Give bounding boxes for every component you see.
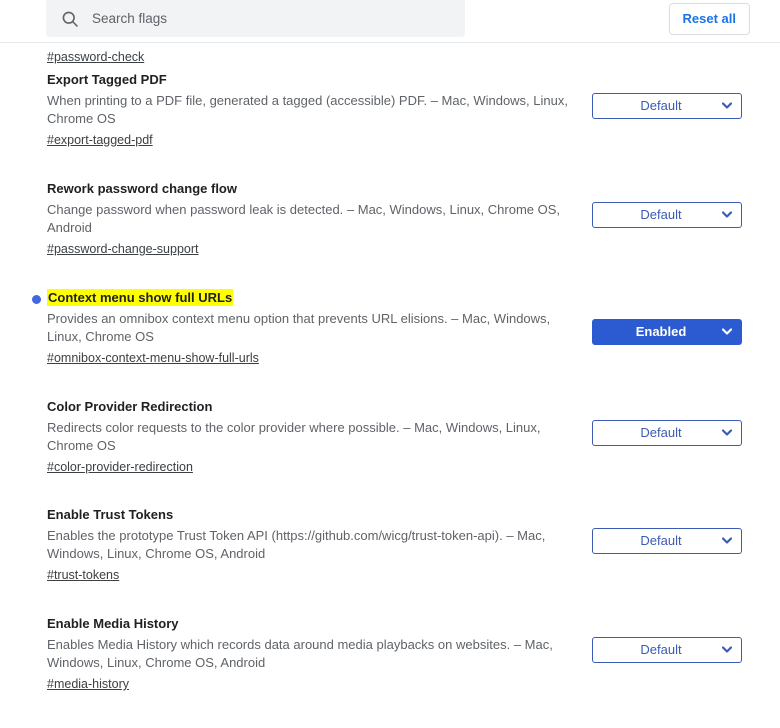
search-flags-box[interactable] xyxy=(46,0,465,37)
flag-state-select[interactable]: Default xyxy=(592,93,742,119)
flag-description: Enables Media History which records data… xyxy=(47,637,553,670)
flag-entry-partial: #password-check xyxy=(0,43,780,71)
flag-select-wrapper: Default xyxy=(592,637,742,663)
search-input[interactable] xyxy=(92,10,432,28)
search-icon xyxy=(62,11,78,27)
flag-title: Enable Media History xyxy=(47,616,179,631)
flag-select-wrapper: Default xyxy=(592,420,742,446)
flag-permalink[interactable]: #export-tagged-pdf xyxy=(47,132,153,149)
flag-title: Enable Trust Tokens xyxy=(47,507,174,522)
flag-title: Rework password change flow xyxy=(47,181,237,196)
flag-state-select[interactable]: Default xyxy=(592,528,742,554)
flag-modified-marker-icon xyxy=(32,295,41,304)
flag-description: Change password when password leak is de… xyxy=(47,202,561,235)
flag-title: Context menu show full URLs xyxy=(47,289,234,306)
flag-permalink[interactable]: #password-change-support xyxy=(47,241,198,258)
flag-select-wrapper: Default xyxy=(592,202,742,228)
flag-title: Color Provider Redirection xyxy=(47,399,213,414)
flag-state-select[interactable]: Enabled xyxy=(592,319,742,345)
flag-description: Redirects color requests to the color pr… xyxy=(47,420,541,453)
flag-permalink[interactable]: #omnibox-context-menu-show-full-urls xyxy=(47,350,259,367)
flag-description: When printing to a PDF file, generated a… xyxy=(47,93,568,126)
flag-entry-trust-tokens: Enable Trust Tokens Enables the prototyp… xyxy=(0,506,780,615)
flag-permalink[interactable]: #media-history xyxy=(47,676,129,693)
flag-select-wrapper: Enabled xyxy=(592,319,742,345)
flag-entry-color-provider-redirection: Color Provider Redirection Redirects col… xyxy=(0,398,780,506)
flag-title: Export Tagged PDF xyxy=(47,72,167,87)
flag-select-wrapper: Default xyxy=(592,93,742,119)
flag-description: Enables the prototype Trust Token API (h… xyxy=(47,528,546,561)
flag-entry-export-tagged-pdf: Export Tagged PDF When printing to a PDF… xyxy=(0,71,780,180)
flag-permalink[interactable]: #color-provider-redirection xyxy=(47,459,193,476)
flag-entry-media-history: Enable Media History Enables Media Histo… xyxy=(0,615,780,724)
flag-description: Provides an omnibox context menu option … xyxy=(47,311,551,344)
flag-entry-password-change-support: Rework password change flow Change passw… xyxy=(0,180,780,289)
flag-permalink[interactable]: #password-check xyxy=(47,49,144,66)
flag-state-select[interactable]: Default xyxy=(592,202,742,228)
flag-state-select[interactable]: Default xyxy=(592,637,742,663)
reset-all-button[interactable]: Reset all xyxy=(668,3,750,35)
flag-select-wrapper: Default xyxy=(592,528,742,554)
flag-entry-omnibox-context-menu-show-full-urls: Context menu show full URLs Provides an … xyxy=(0,289,780,398)
flag-permalink[interactable]: #trust-tokens xyxy=(47,567,119,584)
flag-state-select[interactable]: Default xyxy=(592,420,742,446)
flags-header: Reset all xyxy=(0,0,780,43)
flags-list: #password-check Export Tagged PDF When p… xyxy=(0,43,780,724)
